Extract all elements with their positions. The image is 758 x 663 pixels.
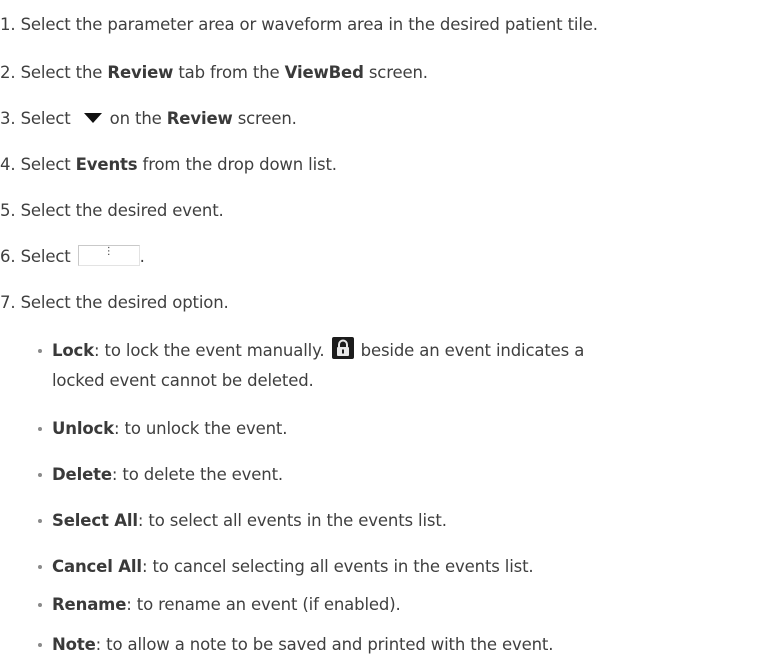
more-options-button: ⋮ xyxy=(77,245,140,266)
step-text: Select the parameter area or waveform ar… xyxy=(20,15,598,34)
lock-icon xyxy=(331,337,354,359)
bullet-dot xyxy=(38,349,42,353)
bullet-dot xyxy=(38,603,42,607)
option-desc: beside an event indicates a xyxy=(355,341,585,360)
option-desc: : to unlock the event. xyxy=(114,419,288,438)
review-screen-term: Review xyxy=(166,109,233,128)
step-7: 7. Select the desired option. xyxy=(0,288,229,318)
step-number: 1. xyxy=(0,15,16,34)
step-5: 5. Select the desired event. xyxy=(0,196,224,226)
step-6: 6. Select ⋮. xyxy=(0,242,145,272)
bullet-dot xyxy=(38,519,42,523)
step-text: . xyxy=(139,247,145,266)
step-number: 5. xyxy=(0,201,16,220)
bullet-dot xyxy=(38,565,42,569)
option-desc: : to select all events in the events lis… xyxy=(137,511,447,530)
review-tab-term: Review xyxy=(107,63,174,82)
option-cancel-all: Cancel All: to cancel selecting all even… xyxy=(38,552,534,582)
step-number: 4. xyxy=(0,155,16,174)
option-term: Lock xyxy=(52,341,95,360)
step-text: Select xyxy=(20,155,76,174)
step-2: 2. Select the Review tab from the ViewBe… xyxy=(0,58,428,88)
option-desc: : to delete the event. xyxy=(111,465,284,484)
step-1: 1. Select the parameter area or waveform… xyxy=(0,10,598,40)
step-number: 3. xyxy=(0,109,16,128)
option-delete: Delete: to delete the event. xyxy=(38,460,284,490)
option-desc: : to allow a note to be saved and printe… xyxy=(95,635,554,654)
dropdown-triangle-icon xyxy=(83,113,102,123)
option-desc: locked event cannot be deleted. xyxy=(52,371,314,390)
viewbed-term: ViewBed xyxy=(284,63,364,82)
step-text: Select the xyxy=(20,63,108,82)
option-lock-line2: locked event cannot be deleted. xyxy=(52,366,314,396)
step-number: 2. xyxy=(0,63,16,82)
step-text: screen. xyxy=(363,63,428,82)
step-text: Select the desired event. xyxy=(20,201,224,220)
option-select-all: Select All: to select all events in the … xyxy=(38,506,447,536)
step-text: Select xyxy=(20,109,76,128)
step-text: Select the desired option. xyxy=(20,293,229,312)
option-unlock: Unlock: to unlock the event. xyxy=(38,414,288,444)
option-lock: Lock: to lock the event manually. beside… xyxy=(38,336,585,366)
option-desc: : to rename an event (if enabled). xyxy=(126,595,401,614)
option-term: Rename xyxy=(52,595,127,614)
step-4: 4. Select Events from the drop down list… xyxy=(0,150,337,180)
option-term: Note xyxy=(52,635,96,654)
option-term: Unlock xyxy=(52,419,114,438)
step-text: from the drop down list. xyxy=(137,155,337,174)
events-term: Events xyxy=(75,155,138,174)
step-text: on the xyxy=(109,109,167,128)
option-note: Note: to allow a note to be saved and pr… xyxy=(38,630,554,660)
option-term: Delete xyxy=(52,465,112,484)
bullet-dot xyxy=(38,427,42,431)
step-text: Select xyxy=(20,247,76,266)
option-desc: : to cancel selecting all events in the … xyxy=(141,557,534,576)
step-3: 3. Select on the Review screen. xyxy=(0,104,297,134)
step-text: screen. xyxy=(232,109,297,128)
option-term: Cancel All xyxy=(52,557,142,576)
option-term: Select All xyxy=(52,511,138,530)
step-number: 6. xyxy=(0,247,16,266)
option-desc: : to lock the event manually. xyxy=(94,341,330,360)
more-options-icon: ⋮ xyxy=(103,246,114,257)
option-rename: Rename: to rename an event (if enabled). xyxy=(38,590,401,620)
bullet-dot xyxy=(38,643,42,647)
step-number: 7. xyxy=(0,293,16,312)
bullet-dot xyxy=(38,473,42,477)
step-text: tab from the xyxy=(173,63,285,82)
